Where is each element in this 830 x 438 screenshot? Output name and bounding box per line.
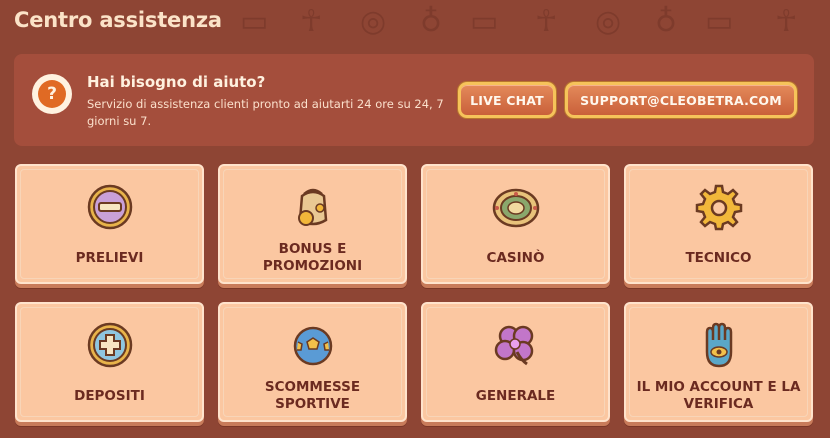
hamsa-hand-icon	[705, 322, 732, 368]
help-description: Servizio di assistenza clienti pronto ad…	[87, 97, 444, 128]
category-card-generale[interactable]: GENERALE	[421, 302, 610, 422]
ankh-icon: ☥	[535, 4, 558, 39]
category-label: GENERALE	[475, 388, 556, 404]
ankh-icon: ☥	[775, 4, 798, 39]
clover-icon	[494, 325, 533, 366]
category-label: BONUS E PROMOZIONI	[262, 241, 363, 274]
tablet-icon: ▭	[470, 4, 499, 39]
category-card-tecnico[interactable]: TECNICO	[624, 164, 813, 284]
live-chat-button[interactable]: LIVE CHAT	[458, 82, 556, 118]
category-card-casino[interactable]: CASINÒ	[421, 164, 610, 284]
support-email-button[interactable]: SUPPORT@CLEOBETRA.COM	[565, 82, 797, 118]
ankh-icon: ☥	[300, 4, 323, 39]
category-label: TECNICO	[685, 250, 752, 266]
deposit-plus-icon	[87, 322, 132, 368]
tablet-icon: ▭	[705, 4, 734, 39]
category-card-scommesse[interactable]: SCOMMESSE SPORTIVE	[218, 302, 407, 422]
withdrawal-icon	[87, 184, 132, 230]
amulet-icon: ♁	[420, 4, 442, 39]
category-label: CASINÒ	[486, 250, 545, 266]
category-label: DEPOSITI	[74, 388, 145, 404]
amulet-icon: ♁	[655, 4, 677, 39]
casino-chip-icon	[492, 188, 539, 228]
category-label: PRELIEVI	[75, 250, 144, 266]
category-card-bonus[interactable]: BONUS E PROMOZIONI	[218, 164, 407, 284]
spiral-icon: ◎	[360, 4, 387, 39]
tablet-icon: ▭	[240, 4, 269, 39]
category-label: SCOMMESSE SPORTIVE	[264, 379, 361, 412]
category-label: IL MIO ACCOUNT E LA VERIFICA	[636, 379, 801, 412]
category-card-prelievi[interactable]: PRELIEVI	[15, 164, 204, 284]
category-card-depositi[interactable]: DEPOSITI	[15, 302, 204, 422]
spiral-icon: ◎	[595, 4, 622, 39]
help-title: Hai bisogno di aiuto?	[87, 73, 266, 91]
bonus-pot-icon	[297, 188, 327, 226]
soccer-ball-icon	[293, 326, 332, 366]
page-title: Centro assistenza	[14, 8, 222, 32]
help-banner: ? Hai bisogno di aiuto? Servizio di assi…	[14, 54, 814, 146]
gear-icon	[695, 184, 742, 231]
category-card-account[interactable]: IL MIO ACCOUNT E LA VERIFICA	[624, 302, 813, 422]
question-mark-icon: ?	[32, 74, 72, 114]
